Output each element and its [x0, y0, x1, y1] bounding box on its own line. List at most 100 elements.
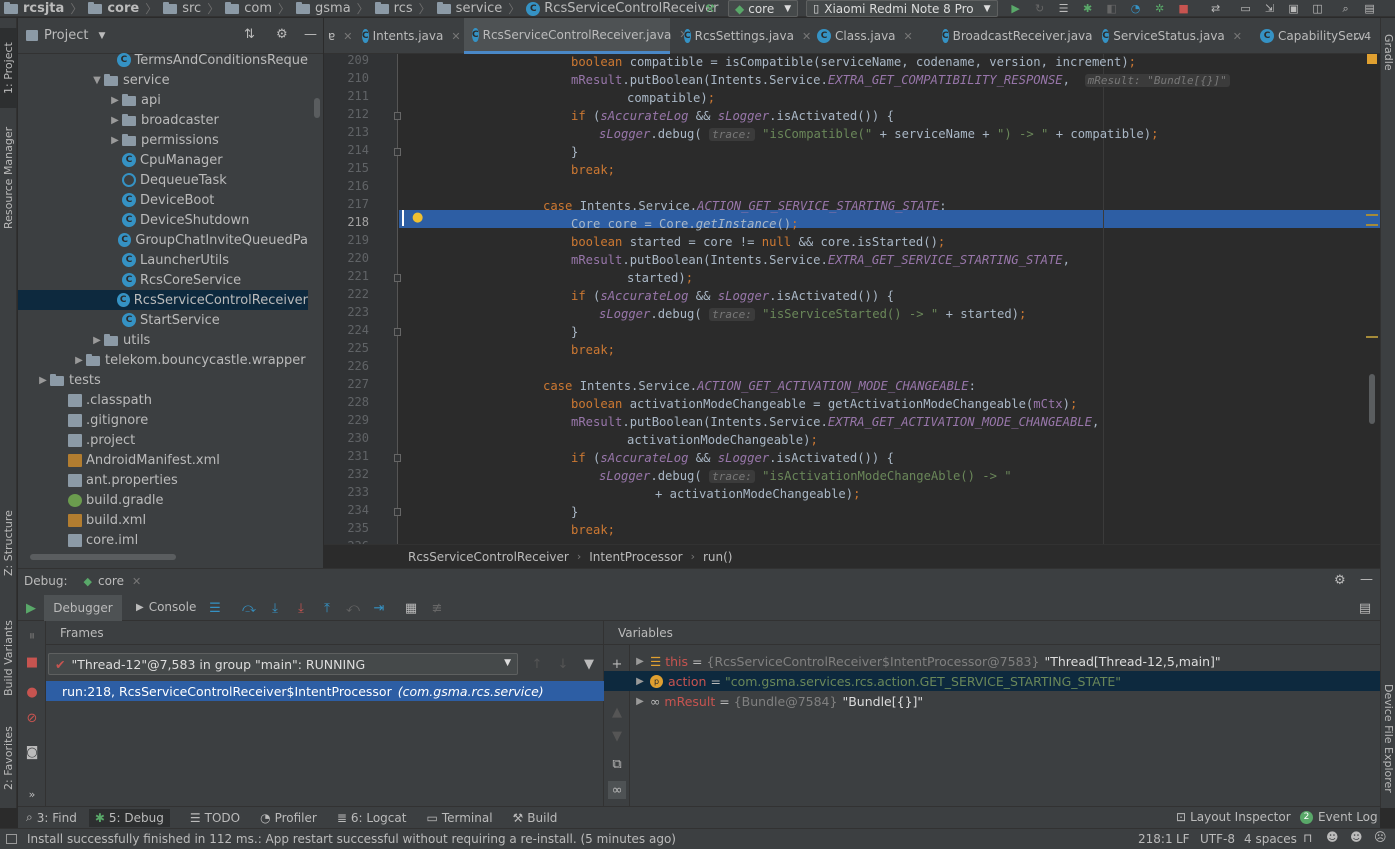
indent-setting[interactable]: 4 spaces — [1244, 832, 1297, 846]
breadcrumb-item[interactable]: service 〉 — [436, 0, 527, 17]
tree-item[interactable]: .gitignore — [18, 410, 308, 430]
status-message[interactable]: Install successfully finished in 112 ms.… — [27, 832, 676, 846]
tool-tab-event-log[interactable]: 2 Event Log — [1300, 810, 1378, 824]
threads-icon[interactable]: ☰ — [206, 599, 224, 617]
project-structure-icon[interactable]: ◫ — [1310, 2, 1326, 16]
move-up-icon[interactable]: ▲ — [608, 703, 626, 721]
camera-icon[interactable]: ◙ — [23, 743, 41, 761]
gear-icon[interactable]: ⚙ — [1334, 573, 1346, 588]
variable-row[interactable]: ▶ ☰ this = {RcsServiceControlReceiver$Int… — [630, 651, 1380, 671]
tree-item[interactable]: DequeueTask — [18, 170, 308, 190]
tool-tab-build-variants[interactable]: Build Variants — [0, 608, 17, 708]
tool-tab-todo[interactable]: ☰ TODO — [190, 811, 240, 825]
expand-right-icon[interactable]: ▶ — [90, 335, 104, 346]
editor-tab[interactable]: CRcsServiceControlReceiver.java✕ — [464, 18, 689, 54]
lock-icon[interactable]: ⊓ — [1303, 831, 1312, 845]
smile-icon[interactable]: ☻ — [1326, 830, 1339, 844]
run-to-cursor-icon[interactable]: ⇥ — [370, 599, 388, 617]
tree-item[interactable]: core.iml — [18, 530, 308, 550]
file-encoding[interactable]: UTF-8 — [1200, 832, 1235, 846]
line-separator[interactable]: LF — [1176, 832, 1190, 846]
tree-item[interactable]: ant.properties — [18, 470, 308, 490]
tab-debugger[interactable]: Debugger — [44, 595, 122, 621]
project-view-dropdown[interactable]: ▼ — [98, 31, 105, 41]
tree-item[interactable]: ▶ permissions — [18, 130, 308, 150]
editor-tab[interactable]: CBroadcastReceiver.java✕ — [934, 18, 1110, 54]
tool-tab-project[interactable]: 1: Project — [0, 28, 17, 108]
inspection-icon[interactable]: ☻ — [1350, 830, 1363, 844]
editor-tab[interactable]: C Intents.java ✕ — [354, 18, 461, 54]
move-down-icon[interactable]: ▼ — [608, 727, 626, 745]
tree-item[interactable]: ▶ telekom.bouncycastle.wrapper — [18, 350, 308, 370]
sync-icon[interactable]: ⇄ — [1208, 2, 1224, 16]
next-frame-icon[interactable]: ↓ — [554, 655, 572, 673]
vertical-scrollbar[interactable] — [314, 98, 320, 118]
editor-tab[interactable]: C ServiceStatus.java ✕ — [1094, 18, 1246, 54]
previous-frame-icon[interactable]: ↑ — [528, 655, 546, 673]
tree-item[interactable]: C GroupChatInviteQueuedPa — [18, 230, 308, 250]
close-icon[interactable]: ✕ — [904, 30, 913, 43]
tool-tab-resource-manager[interactable]: Resource Manager — [0, 118, 17, 238]
coverage-icon[interactable]: ◧ — [1104, 2, 1120, 16]
tool-tab-build[interactable]: ⚒ Build — [513, 811, 558, 825]
tree-item[interactable]: AndroidManifest.xml — [18, 450, 308, 470]
hammer-icon[interactable]: ⚒ — [702, 2, 718, 16]
editor-tab[interactable]: C RcsSettings.java ✕ — [676, 18, 811, 54]
breadcrumb-item[interactable]: C RcsServiceControlReceiver — [526, 0, 719, 17]
expand-arrow-icon[interactable]: ▶ — [630, 696, 650, 707]
breadcrumb-item[interactable]: gsma 〉 — [296, 0, 375, 17]
breadcrumb-item[interactable]: rcs 〉 — [374, 0, 437, 17]
step-over-icon[interactable]: ⤼ — [240, 599, 258, 617]
tree-item[interactable]: ▶ utils — [18, 330, 308, 350]
device-select[interactable]: ▯ Xiaomi Redmi Note 8 Pro ▼ — [806, 0, 998, 17]
tree-item[interactable]: .classpath — [18, 390, 308, 410]
tool-tab-gradle[interactable]: Gradle — [1381, 22, 1395, 82]
copy-icon[interactable]: ⧉ — [608, 755, 626, 773]
tool-tab-device-file-explorer[interactable]: Device File Explorer — [1381, 678, 1395, 798]
tree-item[interactable]: ▶ broadcaster — [18, 110, 308, 130]
device-manager-icon[interactable]: ▣ — [1286, 2, 1302, 16]
expand-arrow-icon[interactable]: ▶ — [630, 656, 650, 667]
collapse-all-icon[interactable]: ⇅ — [244, 27, 255, 42]
force-step-into-icon[interactable]: ⤓ — [292, 599, 310, 617]
horizontal-scrollbar[interactable] — [30, 554, 176, 560]
breadcrumb-item[interactable]: core 〉 — [88, 0, 163, 17]
tab-console[interactable]: ▶ Console — [136, 600, 196, 614]
evaluate-icon[interactable]: ▦ — [402, 599, 420, 617]
more-icon[interactable]: » — [23, 785, 41, 803]
mute-breakpoints-icon[interactable]: ⊘ — [23, 709, 41, 727]
pause-icon[interactable]: ⏸ — [23, 627, 41, 645]
tree-item[interactable]: C DeviceShutdown — [18, 210, 308, 230]
step-into-icon[interactable]: ⤓ — [266, 599, 284, 617]
tool-tab-structure[interactable]: Z: Structure — [0, 498, 17, 588]
expand-right-icon[interactable]: ▶ — [108, 135, 122, 146]
lightbulb-icon[interactable]: ● — [412, 210, 423, 225]
attach-debugger-icon[interactable]: ✲ — [1152, 2, 1168, 16]
resume-icon[interactable]: ▶ — [22, 599, 40, 617]
tree-item[interactable]: C TermsAndConditionsReque — [18, 50, 308, 70]
code-breadcrumb-item[interactable]: RcsServiceControlReceiver — [408, 550, 569, 564]
tool-tab-terminal[interactable]: ▭ Terminal — [426, 811, 492, 825]
caret-position[interactable]: 218:1 — [1138, 832, 1173, 846]
gear-icon[interactable]: ⚙ — [276, 27, 288, 42]
expand-right-icon[interactable]: ▶ — [72, 355, 86, 366]
close-icon[interactable]: ✕ — [451, 30, 460, 43]
editor-tab[interactable]: C Class.java ✕ — [809, 18, 928, 54]
tool-tab-profiler[interactable]: ◔ Profiler — [260, 811, 317, 825]
expand-right-icon[interactable]: ▶ — [108, 95, 122, 106]
drop-frame-icon[interactable]: ⤺ — [344, 599, 362, 617]
warning-marker-icon[interactable] — [1367, 54, 1377, 64]
tree-item[interactable]: C CpuManager — [18, 150, 308, 170]
tree-item[interactable]: ▶ tests — [18, 370, 308, 390]
debug-icon[interactable]: ✱ — [1080, 2, 1096, 16]
list-icon[interactable]: ☰ — [1056, 2, 1072, 16]
expand-arrow-icon[interactable]: ▶ — [630, 676, 650, 687]
tree-item[interactable]: ▼ service — [18, 70, 308, 90]
tree-item[interactable]: build.gradle — [18, 490, 308, 510]
editor-scrollbar[interactable] — [1369, 374, 1375, 424]
code-area[interactable]: boolean compatible = isCompatible(servic… — [399, 54, 1380, 544]
tree-item[interactable]: ▶ api — [18, 90, 308, 110]
expand-right-icon[interactable]: ▶ — [108, 115, 122, 126]
run-icon[interactable]: ▶ — [1008, 2, 1024, 16]
code-breadcrumb-item[interactable]: run() — [703, 550, 733, 564]
